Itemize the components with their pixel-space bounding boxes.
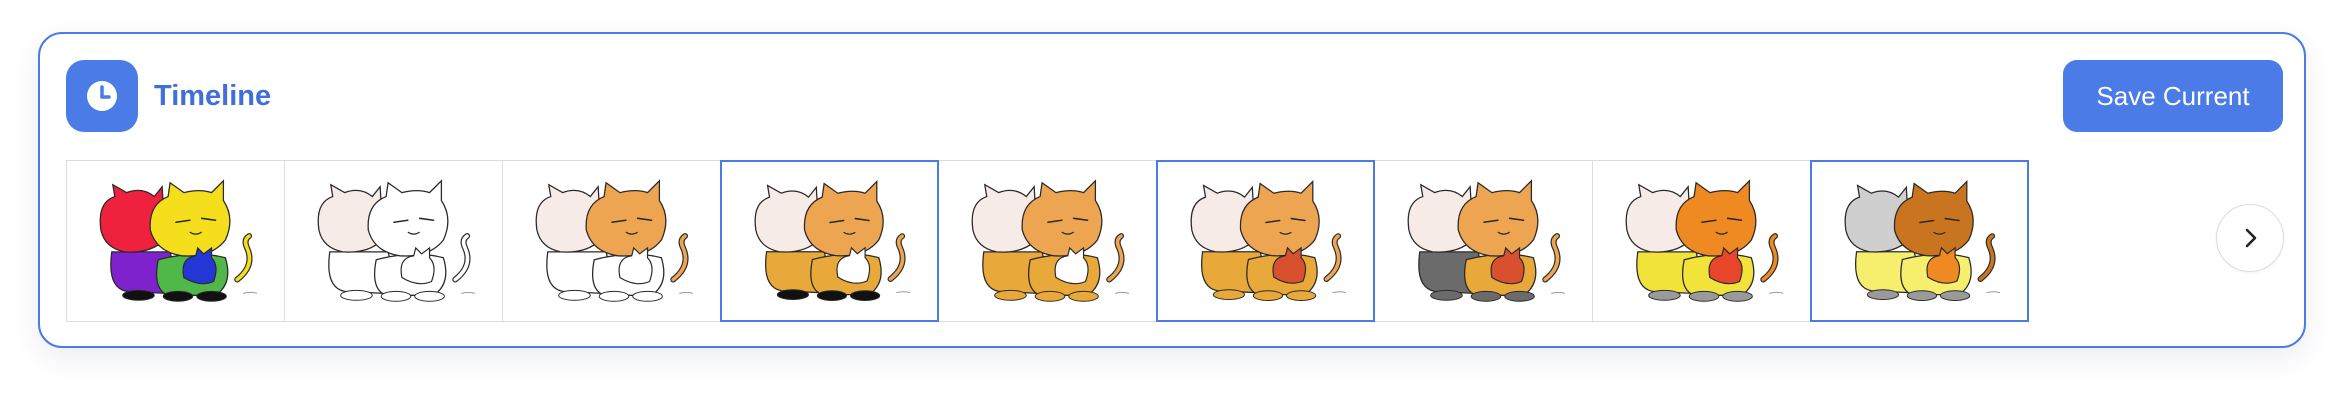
- chevron-right-icon: [2245, 228, 2257, 248]
- timeline-frame[interactable]: [1592, 160, 1811, 322]
- timeline-frame[interactable]: [1374, 160, 1593, 322]
- frame-thumbnail: [1625, 179, 1784, 302]
- frame-thumbnail: [754, 179, 911, 301]
- frame-thumbnail: [1407, 179, 1566, 302]
- frame-thumbnail: [99, 179, 258, 302]
- timeline-frame[interactable]: [66, 160, 285, 322]
- timeline-frame[interactable]: [938, 160, 1157, 322]
- timeline-frame[interactable]: [720, 160, 939, 322]
- timeline-frame[interactable]: [1156, 160, 1375, 322]
- timeline-frame[interactable]: [1810, 160, 2029, 322]
- frame-thumbnail: [971, 179, 1130, 302]
- frame-strip: [66, 160, 2029, 322]
- timeline-frame[interactable]: [284, 160, 503, 322]
- timeline-title: Timeline: [154, 80, 272, 112]
- frame-thumbnail: [1190, 179, 1347, 301]
- save-current-button[interactable]: Save Current: [2063, 60, 2283, 132]
- timeline-frame[interactable]: [502, 160, 721, 322]
- frame-thumbnail: [535, 179, 694, 302]
- clock-icon: [66, 60, 138, 132]
- frame-thumbnail: [1844, 179, 2001, 301]
- frame-thumbnail: [317, 179, 476, 302]
- next-frames-button[interactable]: [2216, 204, 2284, 272]
